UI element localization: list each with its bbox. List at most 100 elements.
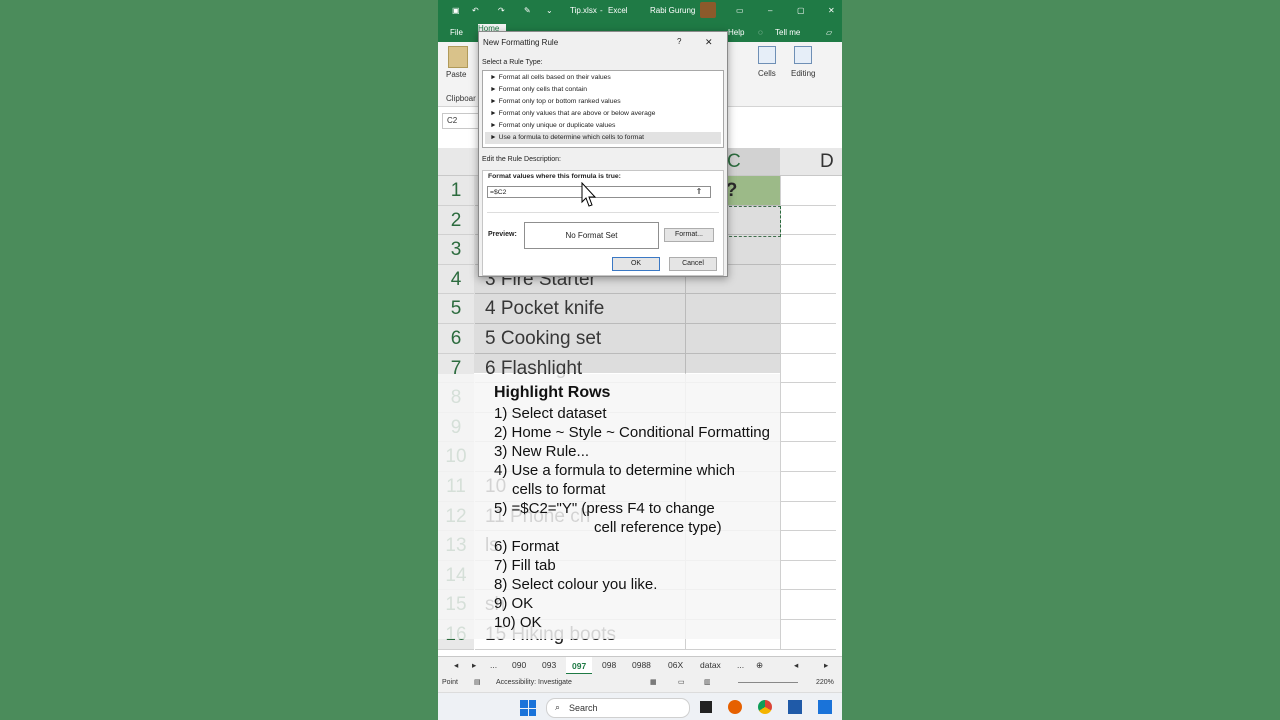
maximize-icon[interactable]: ▢ [797,6,805,15]
accessibility-status[interactable]: Accessibility: Investigate [496,679,572,686]
cell-d[interactable] [780,264,836,295]
ok-button[interactable]: OK [612,257,660,271]
instruction-step: cells to format [512,481,606,498]
instruction-step: 3) New Rule... [494,443,590,460]
paste-icon[interactable] [448,46,468,68]
row-header[interactable]: 4 [438,264,474,295]
cell-packed[interactable] [685,294,780,324]
cell-d[interactable] [780,560,836,591]
collapse-dialog-icon[interactable]: ⇑ [692,185,706,198]
sheet-tab[interactable]: 0988 [632,660,651,670]
comments-icon[interactable]: ▱ [826,28,832,37]
ribbon-display-icon[interactable]: ▭ [736,6,744,15]
cell-d[interactable] [780,176,836,206]
cell-d[interactable] [780,294,836,324]
cells-button[interactable]: Cells [758,69,776,78]
cell-d[interactable] [780,235,836,265]
cell-d[interactable] [780,472,836,502]
cell-d[interactable] [780,442,836,472]
instruction-step: 6) Format [494,538,560,555]
avatar[interactable] [700,2,716,18]
normal-view-icon[interactable]: ▦ [650,678,657,686]
page-layout-icon[interactable]: ▭ [678,678,685,686]
page-break-icon[interactable]: ▥ [704,678,711,686]
macro-icon[interactable]: ▤ [474,678,481,686]
undo-icon[interactable]: ↶ [472,6,479,15]
add-sheet-icon[interactable]: ⊕ [756,660,763,671]
column-header-d[interactable]: D [780,148,842,175]
instruction-title: Highlight Rows [494,384,611,401]
cell-d[interactable] [780,353,836,384]
save-icon[interactable]: ▣ [452,6,460,15]
sheet-tab[interactable]: datax [700,660,721,670]
cell-item[interactable]: 5 Cooking set [475,324,685,354]
paste-button[interactable]: Paste [446,70,466,79]
cell-d[interactable] [780,324,836,354]
cell-d[interactable] [780,590,836,620]
sheet-tab-more[interactable]: ... [490,660,497,670]
window-app: Excel [608,6,628,15]
windows-start-icon[interactable] [520,700,536,716]
formula-label: Format values where this formula is true… [488,173,621,180]
row-header[interactable]: 5 [438,294,474,324]
scroll-right-icon[interactable]: ▸ [824,660,828,671]
tab-file[interactable]: File [450,28,463,37]
task-view-icon[interactable] [700,701,712,713]
sheet-tab-more[interactable]: ... [737,660,744,670]
firefox-icon[interactable] [728,700,742,714]
scroll-left-icon[interactable]: ◂ [794,660,798,671]
row-header[interactable]: 1 [438,176,474,206]
app-icon[interactable] [788,700,802,714]
row-header[interactable]: 3 [438,235,474,265]
help-icon[interactable]: ? [677,37,681,46]
rule-type-item[interactable]: ► Format only values that are above or b… [485,108,721,120]
cell-d[interactable] [780,383,836,413]
zoom-slider[interactable] [738,682,798,683]
row-header[interactable]: 6 [438,324,474,354]
sheet-tab[interactable]: 098 [602,660,616,670]
close-icon[interactable]: ✕ [705,37,713,48]
rule-type-item[interactable]: ► Format only unique or duplicate values [485,120,721,132]
quick-access-icon[interactable]: ✎ [524,6,531,15]
sheet-tab[interactable]: 093 [542,660,556,670]
instruction-step: 7) Fill tab [494,557,556,574]
cell-d[interactable] [780,620,836,650]
customize-icon[interactable]: ⌄ [546,6,553,15]
cell-d[interactable] [780,531,836,561]
close-window-icon[interactable]: ✕ [828,6,835,15]
cell-d[interactable] [780,412,836,443]
cell-packed[interactable] [685,324,780,354]
editing-icon[interactable] [794,46,812,64]
calendar-icon[interactable] [818,700,832,714]
rule-type-item[interactable]: ► Format only top or bottom ranked value… [485,96,721,108]
next-sheet-icon[interactable]: ▸ [472,660,476,671]
title-bar: ▣ ↶ ↷ ✎ ⌄ Tip.xlsx - Excel Rabi Gurung ▭… [438,0,842,22]
sheet-tab[interactable]: 090 [512,660,526,670]
cell-d[interactable] [780,501,836,532]
minimize-icon[interactable]: – [768,6,772,15]
sheet-tab[interactable]: 06X [668,660,683,670]
zoom-level[interactable]: 220% [816,679,834,686]
rule-type-item[interactable]: ► Format all cells based on their values [485,72,721,84]
rule-type-item-selected[interactable]: ► Use a formula to determine which cells… [485,132,721,144]
cell-d[interactable] [780,205,836,236]
cancel-button[interactable]: Cancel [669,257,717,271]
chrome-icon[interactable] [758,700,772,714]
editing-button[interactable]: Editing [791,69,815,78]
rule-type-item[interactable]: ► Format only cells that contain [485,84,721,96]
prev-sheet-icon[interactable]: ◂ [454,660,458,671]
rule-type-list[interactable]: ► Format all cells based on their values… [482,70,724,148]
format-button[interactable]: Format... [664,228,714,242]
instruction-step: 9) OK [494,595,534,612]
taskbar-search[interactable]: ⌕ Search [546,698,690,718]
row-header[interactable]: 2 [438,205,474,236]
search-label: Search [569,703,598,713]
instruction-step: 2) Home ~ Style ~ Conditional Formatting [494,424,770,441]
cells-icon[interactable] [758,46,776,64]
formula-input[interactable]: =$C2 [487,186,711,198]
sheet-tab-active[interactable]: 097 [566,657,593,675]
redo-icon[interactable]: ↷ [498,6,505,15]
tab-help[interactable]: Help [728,28,744,37]
tell-me[interactable]: Tell me [775,28,800,37]
cell-item[interactable]: 4 Pocket knife [475,294,685,324]
